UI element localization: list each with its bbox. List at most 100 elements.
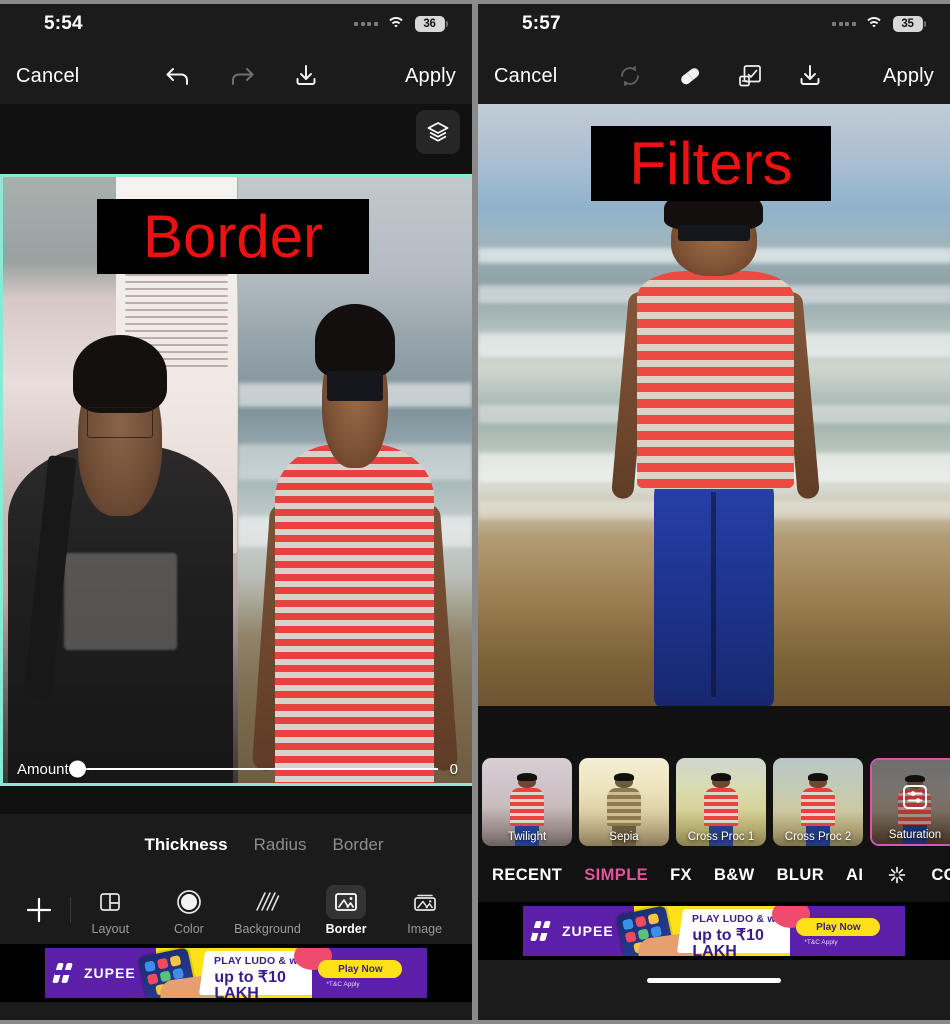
battery-indicator: 35 (892, 16, 926, 32)
filter-thumb-cross-proc-2[interactable]: Cross Proc 2 (773, 758, 863, 846)
refresh-icon[interactable] (615, 61, 645, 91)
cancel-button[interactable]: Cancel (494, 65, 557, 88)
battery-percent: 35 (892, 16, 923, 32)
filters-text-overlay[interactable]: Filters (591, 126, 831, 201)
person-jeans (653, 478, 774, 706)
slider-knob[interactable] (68, 760, 86, 778)
ad-cta-section: Play Now *T&C Apply (294, 948, 427, 998)
border-subtabs: Thickness Radius Border (0, 814, 472, 876)
home-indicator[interactable] (169, 1019, 303, 1024)
filter-thumb-cross-proc-1[interactable]: Cross Proc 1 (676, 758, 766, 846)
zupee-ad[interactable]: ZUPEE PLAY LUDO & win up to ₹10 LAKH GET… (523, 906, 905, 956)
sparkle-icon (885, 863, 909, 887)
slider-value: 0 (449, 760, 458, 778)
tool-color[interactable]: Color (152, 885, 226, 936)
apply-button[interactable]: Apply (883, 65, 934, 88)
tool-background[interactable]: Background (230, 885, 304, 936)
person-striped-tshirt (636, 271, 795, 489)
undo-icon[interactable] (163, 61, 193, 91)
cancel-button[interactable]: Cancel (16, 65, 79, 88)
eraser-icon[interactable] (675, 61, 705, 91)
person-right-body (275, 443, 435, 783)
person-subject (610, 188, 821, 706)
right-status-bar: 5:57 35 (478, 0, 950, 48)
amount-slider[interactable] (68, 760, 438, 778)
subtab-radius[interactable]: Radius (254, 835, 307, 855)
left-status-bar: 5:54 36 (0, 0, 472, 48)
zupee-logo-icon (52, 960, 79, 986)
dual-screenshot-comparison: 5:54 36 Cancel Apply Border Amount 0 Thi… (0, 0, 950, 1024)
filter-thumb-sepia[interactable]: Sepia (579, 758, 669, 846)
wifi-icon (864, 17, 884, 31)
cellular-dots-icon (354, 22, 378, 26)
tab-simple[interactable]: SIMPLE (584, 866, 648, 885)
tab-fx[interactable]: FX (670, 866, 692, 885)
ad-headline-line2: up to ₹10 LAKH (214, 968, 286, 999)
status-indicators: 36 (354, 16, 448, 32)
left-toolbar-actions (79, 61, 405, 91)
apply-button[interactable]: Apply (405, 65, 456, 88)
tab-ai[interactable]: AI (846, 866, 863, 885)
tool-layout[interactable]: Layout (73, 885, 147, 936)
battery-tip (446, 21, 448, 27)
filter-thumb-twilight[interactable]: Twilight (482, 758, 572, 846)
redo-icon[interactable] (227, 61, 257, 91)
person-sunglasses (677, 224, 750, 242)
tab-colors[interactable]: COLORS (931, 866, 950, 885)
battery-indicator: 36 (414, 16, 448, 32)
cellular-dots-icon (832, 22, 856, 26)
download-icon[interactable] (291, 61, 321, 91)
image-stack-icon (405, 885, 445, 919)
tool-layout-label: Layout (91, 921, 130, 936)
ad-brand-section: ZUPEE (523, 906, 634, 956)
plus-icon[interactable] (8, 895, 70, 925)
layers-icon[interactable] (416, 110, 460, 154)
status-indicators: 35 (832, 16, 926, 32)
zupee-logo-icon (530, 918, 557, 944)
compare-layers-icon[interactable] (735, 61, 765, 91)
battery-percent: 36 (414, 16, 445, 32)
filter-thumbnails-strip[interactable]: Twilight Sepia Cross Proc 1 Cross Proc 2 (478, 756, 950, 848)
tool-color-label: Color (173, 921, 204, 936)
ad-cta-section: Play Now *T&C Apply (772, 906, 905, 956)
tool-image[interactable]: Image (388, 885, 462, 936)
tool-border[interactable]: Border (309, 884, 383, 936)
filter-label: Twilight (507, 831, 547, 843)
tab-blur[interactable]: BLUR (777, 866, 824, 885)
zupee-ad[interactable]: ZUPEE PLAY LUDO & win up to ₹10 LAKH GET… (45, 948, 427, 998)
right-phone-screenshot: 5:57 35 Cancel Apply Filters Twilight Se… (475, 0, 950, 1024)
subtab-border[interactable]: Border (333, 835, 384, 855)
diagonal-lines-icon (247, 885, 287, 919)
filtered-photo-frame[interactable]: Filters (478, 104, 950, 706)
adjust-sliders-icon (898, 780, 932, 814)
right-canvas-area: Filters (478, 104, 950, 756)
left-ad-banner[interactable]: ZUPEE PLAY LUDO & win up to ₹10 LAKH GET… (0, 944, 472, 1002)
tab-bw[interactable]: B&W (714, 866, 755, 885)
download-icon[interactable] (795, 61, 825, 91)
border-text-overlay[interactable]: Border (97, 199, 369, 274)
collage-photo-frame[interactable]: Border Amount 0 (0, 174, 472, 786)
left-home-indicator-area (0, 1002, 472, 1024)
left-canvas-area: Border Amount 0 (0, 104, 472, 814)
tool-background-label: Background (234, 921, 301, 936)
ad-main-section: PLAY LUDO & win up to ₹10 LAKH GET ₹1000… (137, 948, 377, 998)
toolbar-items: Layout Color Background Border Image (71, 884, 464, 936)
home-indicator[interactable] (647, 977, 781, 983)
filter-label: Cross Proc 2 (784, 831, 852, 843)
filter-thumb-saturation[interactable]: Saturation (870, 758, 950, 846)
tab-recent[interactable]: RECENT (492, 866, 562, 885)
right-toolbar-actions (557, 61, 883, 91)
subtab-thickness[interactable]: Thickness (144, 835, 227, 855)
ad-play-now-button[interactable]: Play Now (318, 960, 403, 978)
editor-bottom-toolbar: Layout Color Background Border Image (0, 876, 472, 944)
person-right-hair (314, 304, 395, 377)
filter-label: Cross Proc 1 (687, 831, 755, 843)
tool-image-label: Image (407, 921, 443, 936)
ad-headline-line2: up to ₹10 LAKH (692, 926, 764, 957)
left-phone-screenshot: 5:54 36 Cancel Apply Border Amount 0 Thi… (0, 0, 475, 1024)
right-ad-banner[interactable]: ZUPEE PLAY LUDO & win up to ₹10 LAKH GET… (478, 902, 950, 960)
ad-play-now-button[interactable]: Play Now (796, 918, 881, 936)
amount-slider-row: Amount 0 (3, 755, 472, 783)
status-time: 5:54 (44, 13, 83, 34)
ad-disclaimer: *T&C Apply (326, 981, 360, 988)
